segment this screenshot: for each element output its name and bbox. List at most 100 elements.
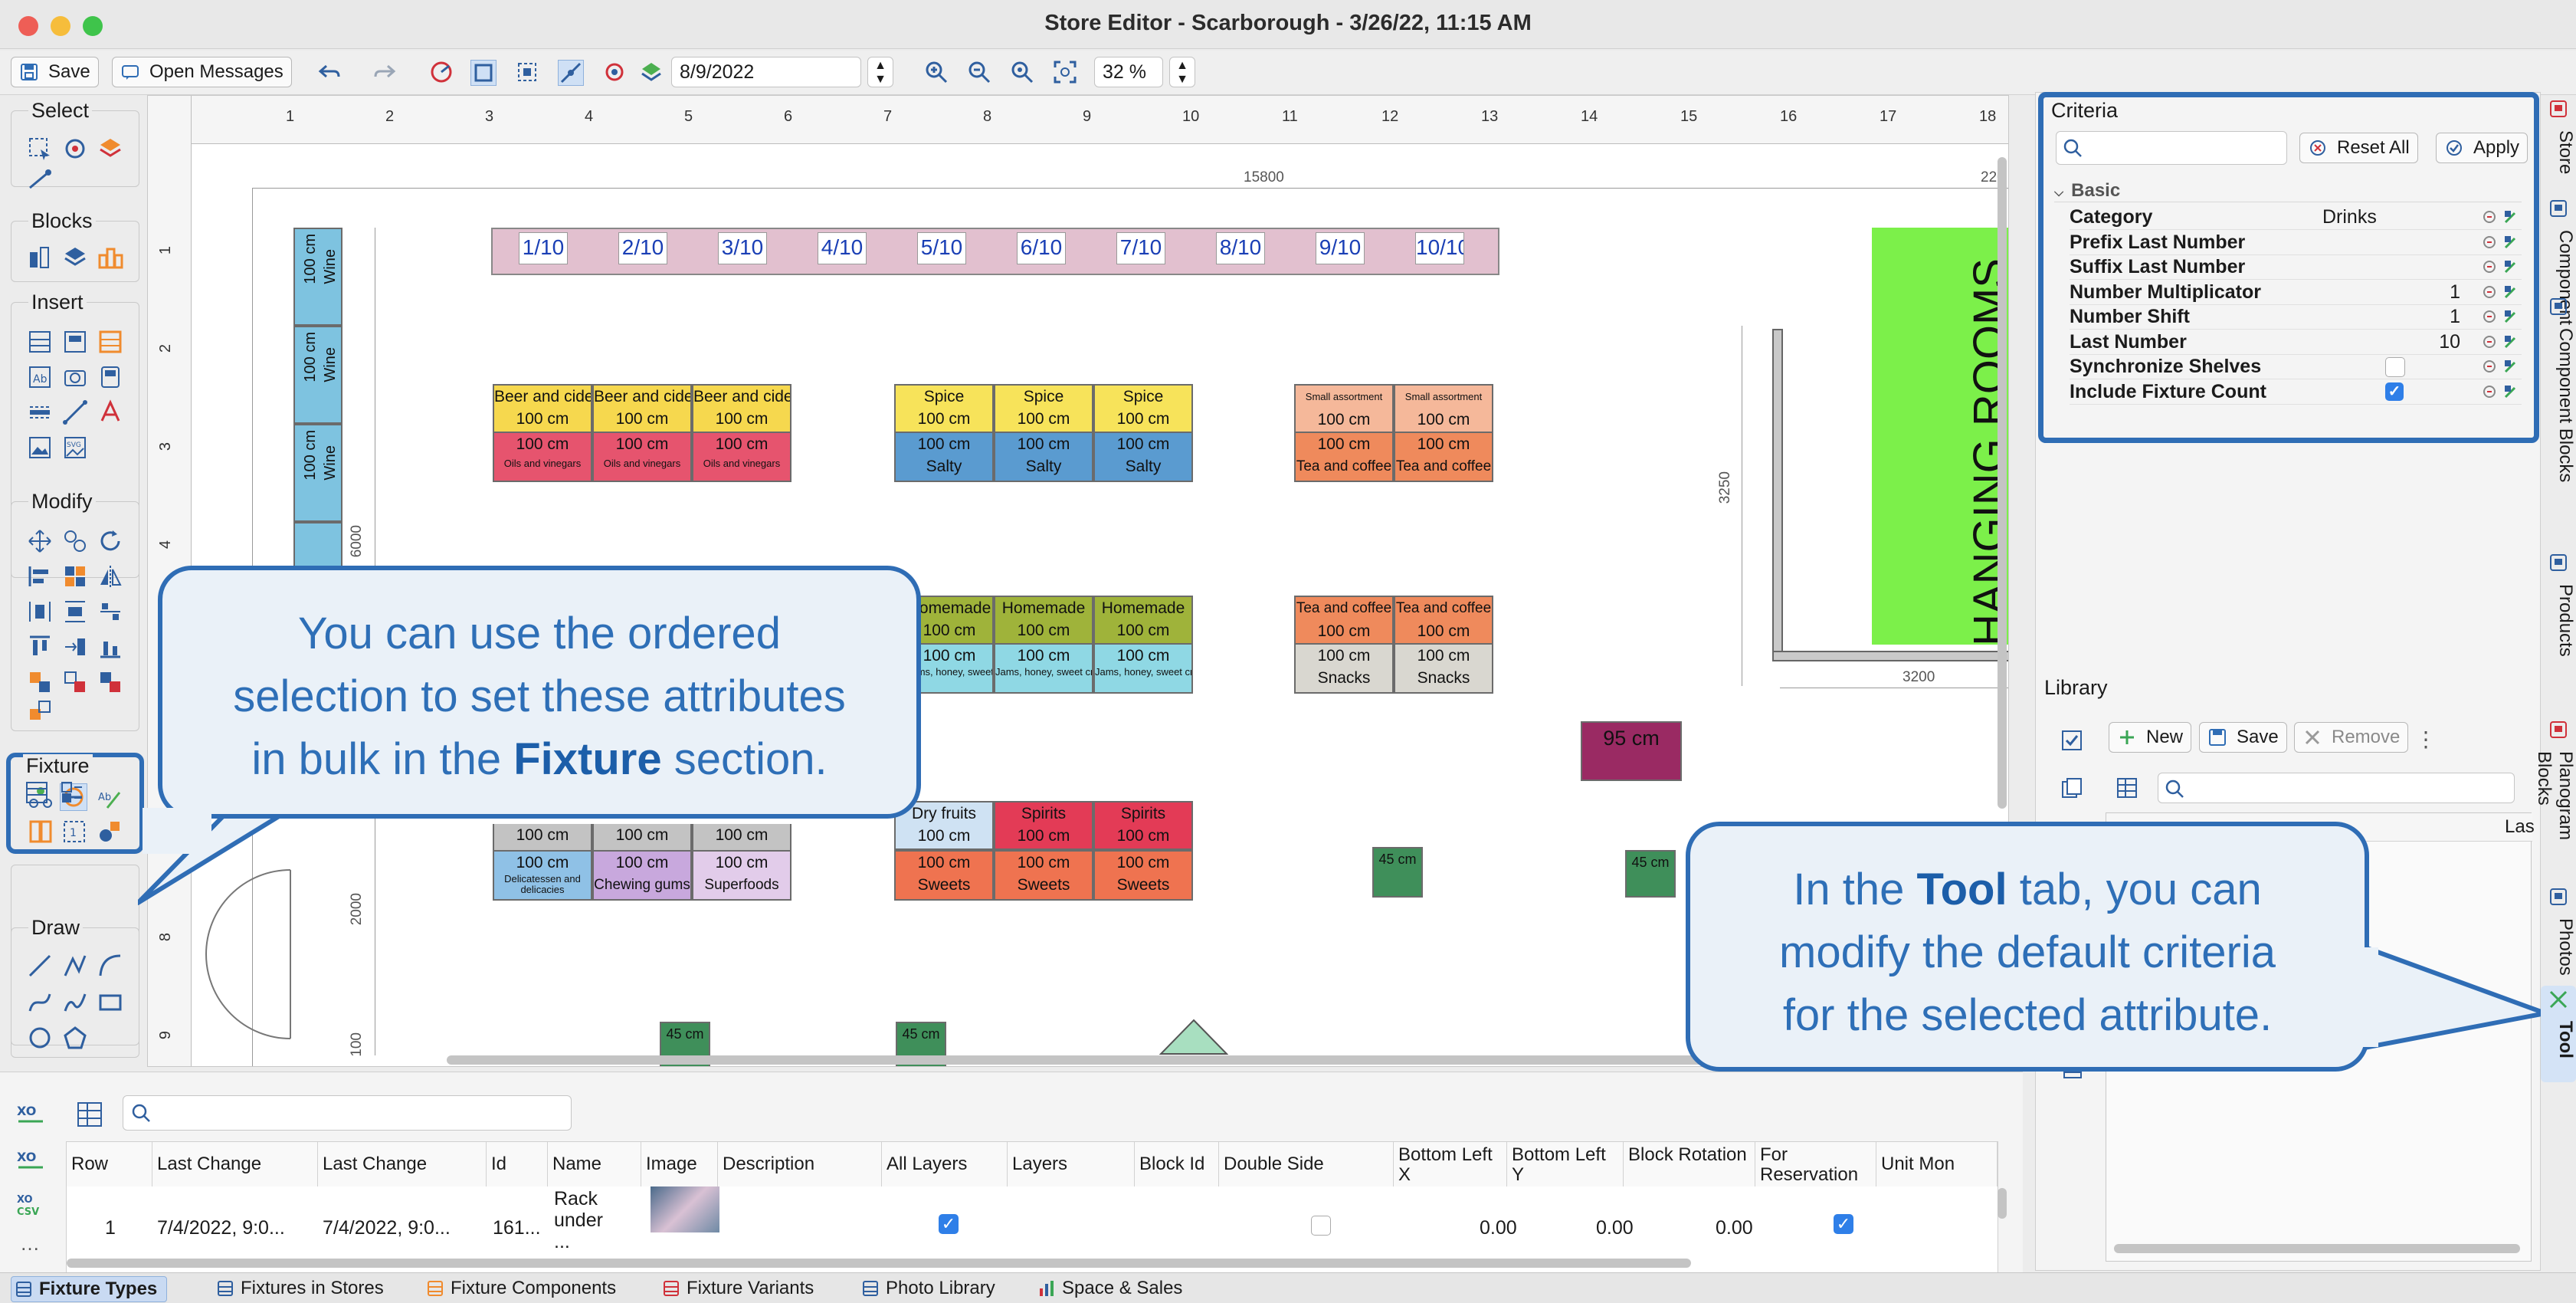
numbered-shelf-label[interactable]: 4/10 (818, 232, 867, 264)
all-layers-checkbox[interactable]: ✓ (939, 1214, 959, 1234)
select-area-icon[interactable] (27, 136, 53, 162)
date-field[interactable]: 8/9/2022 (671, 57, 861, 87)
insert-line-icon[interactable] (62, 399, 88, 425)
fixture-beer-cider[interactable]: Beer and cider 100 cm (493, 384, 592, 433)
fixture-oils-vinegars[interactable]: 100 cm Oils and vinegars (592, 432, 692, 482)
redo-icon[interactable] (372, 60, 397, 84)
wine-fixture[interactable]: 100 cm Wine (293, 424, 342, 522)
reset-value-icon[interactable] (2482, 235, 2497, 250)
table-vertical-scrollbar[interactable] (1998, 1188, 2007, 1219)
fixture-spirits[interactable]: Spirits 100 cm (994, 801, 1093, 850)
edit-value-icon[interactable] (2503, 259, 2519, 274)
draw-line-icon[interactable] (27, 953, 53, 979)
select-line-icon[interactable] (27, 166, 53, 192)
fixture-95cm[interactable]: 95 cm (1581, 721, 1682, 781)
fixture-delicatessen[interactable]: 100 cm Delicatessen and delicacies (493, 850, 592, 901)
criteria-row[interactable]: Category Drinks (2070, 205, 2522, 230)
fixture-gray[interactable]: 100 cm (692, 824, 791, 852)
selection-frame-icon[interactable] (470, 60, 497, 86)
table-settings-icon[interactable] (75, 1100, 106, 1131)
zoom-in-icon[interactable] (924, 60, 949, 84)
fixture-shelves-icon[interactable] (28, 819, 54, 845)
bottom-tab-fixture-types[interactable]: Fixture Types (11, 1276, 168, 1302)
insert-shelf-icon[interactable] (27, 329, 53, 355)
replace-icon[interactable] (27, 669, 53, 695)
side-tab-tool[interactable]: Tool (2541, 986, 2576, 1082)
xo-export-icon[interactable]: XO (15, 1146, 46, 1177)
column-header[interactable]: All Layers (882, 1142, 1008, 1186)
date-stepper[interactable]: ▲ ▼ (867, 57, 893, 87)
bottom-tab-space-sales[interactable]: Space & Sales (1034, 1276, 1182, 1301)
insert-device-icon[interactable] (97, 364, 123, 390)
fixture-salty[interactable]: 100 cm Salty (894, 432, 994, 482)
library-check-icon[interactable] (2060, 728, 2084, 753)
fixture-tea-coffee[interactable]: Tea and coffee 100 cm (1294, 596, 1394, 645)
criteria-row-value[interactable]: 10 (2439, 331, 2460, 353)
numbered-shelf-label[interactable]: 1/10 (519, 232, 568, 264)
snap-icon[interactable] (558, 60, 584, 86)
library-search-input[interactable] (2158, 773, 2515, 803)
align-bottom-icon[interactable] (97, 634, 123, 660)
table-row[interactable]: 1 7/4/2022, 9:0... 7/4/2022, 9:0... 161.… (67, 1186, 1998, 1252)
fixture-spirits[interactable]: Spirits 100 cm (1093, 801, 1193, 850)
fixture-small-assortment[interactable]: Small assortment 100 cm (1294, 384, 1394, 433)
criteria-row[interactable]: Prefix Last Number (2070, 230, 2522, 255)
fixture-small-assortment[interactable]: Small assortment 100 cm (1394, 384, 1493, 433)
fixture-thumbnail-image[interactable] (651, 1186, 719, 1232)
column-header[interactable]: Description (718, 1142, 882, 1186)
canvas-horizontal-scrollbar[interactable] (447, 1055, 1742, 1065)
column-header[interactable]: For Reservation (1755, 1142, 1876, 1186)
distribute-vertical-icon[interactable] (62, 599, 88, 625)
fixture-45cm[interactable]: 45 cm (1372, 847, 1423, 898)
undo-icon[interactable] (317, 60, 342, 84)
edit-value-icon[interactable] (2503, 359, 2519, 374)
numbered-shelf-label[interactable]: 3/10 (718, 232, 767, 264)
fixture-tea-coffee[interactable]: 100 cm Tea and coffee (1294, 432, 1394, 482)
criteria-row[interactable]: Last Number 10 (2070, 330, 2522, 355)
fixture-snacks[interactable]: 100 cm Snacks (1394, 643, 1493, 694)
side-tab-products[interactable]: Products (2541, 549, 2576, 713)
insert-pdf-icon[interactable] (97, 399, 123, 425)
column-header[interactable]: Last Change (318, 1142, 487, 1186)
criteria-row[interactable]: Number Multiplicator 1 (2070, 280, 2522, 305)
fixture-jams[interactable]: 100 cmJams, honey, sweet creams (1093, 643, 1193, 694)
combine-icon[interactable] (97, 669, 123, 695)
fixture-salty[interactable]: 100 cm Salty (994, 432, 1093, 482)
criteria-row-value[interactable]: 1 (2450, 306, 2460, 328)
wine-fixture[interactable]: 100 cm Wine (293, 228, 342, 326)
fixture-oils-vinegars[interactable]: 100 cm Oils and vinegars (493, 432, 592, 482)
numbered-shelf-label[interactable]: 7/10 (1116, 232, 1165, 264)
fixture-beer-cider[interactable]: Beer and cider 100 cm (592, 384, 692, 433)
for-reservation-checkbox[interactable]: ✓ (1834, 1214, 1853, 1234)
insert-fixture-icon[interactable] (97, 329, 123, 355)
measure-angle-icon[interactable] (429, 60, 454, 84)
column-header[interactable]: Bottom Left Y (1507, 1142, 1624, 1186)
fixture-frame-icon[interactable]: 1 (61, 819, 87, 845)
library-scrollbar[interactable] (2114, 1244, 2520, 1253)
mirror-icon[interactable] (97, 563, 123, 589)
criteria-row-value[interactable]: 1 (2450, 281, 2460, 304)
fixture-superfoods[interactable]: 100 cm Superfoods (692, 850, 791, 901)
side-tab-planogram-blocks[interactable]: Planogram Blocks (2534, 716, 2576, 880)
insert-camera-icon[interactable] (62, 364, 88, 390)
reset-value-icon[interactable] (2482, 284, 2497, 300)
changing-rooms-area[interactable]: CHANGING ROOMS (1872, 228, 2008, 645)
draw-circle-icon[interactable] (27, 1025, 53, 1051)
fixture-tea-coffee[interactable]: Tea and coffee 100 cm (1394, 596, 1493, 645)
fixture-spice[interactable]: Spice 100 cm (994, 384, 1093, 433)
more-icon[interactable]: … (20, 1232, 40, 1255)
library-remove-button[interactable]: Remove (2294, 722, 2409, 753)
side-tab-photos[interactable]: Photos (2541, 883, 2576, 983)
fixture-oils-vinegars[interactable]: 100 cm Oils and vinegars (692, 432, 791, 482)
column-header[interactable]: Name (548, 1142, 641, 1186)
block-icon[interactable] (27, 245, 53, 271)
numbered-shelf-label[interactable]: 6/10 (1017, 232, 1066, 264)
fixture-paint-icon[interactable] (97, 819, 123, 845)
fixture-beer-cider[interactable]: Beer and cider 100 cm (692, 384, 791, 433)
draw-curve-icon[interactable] (27, 990, 53, 1016)
fixture-numbering-icon[interactable] (59, 780, 85, 806)
insert-image-icon[interactable] (27, 435, 53, 461)
insert-svg-icon[interactable]: SVG (62, 435, 88, 461)
wine-fixture[interactable]: 100 cm Wine (293, 326, 342, 424)
column-header[interactable]: Last Change (152, 1142, 318, 1186)
